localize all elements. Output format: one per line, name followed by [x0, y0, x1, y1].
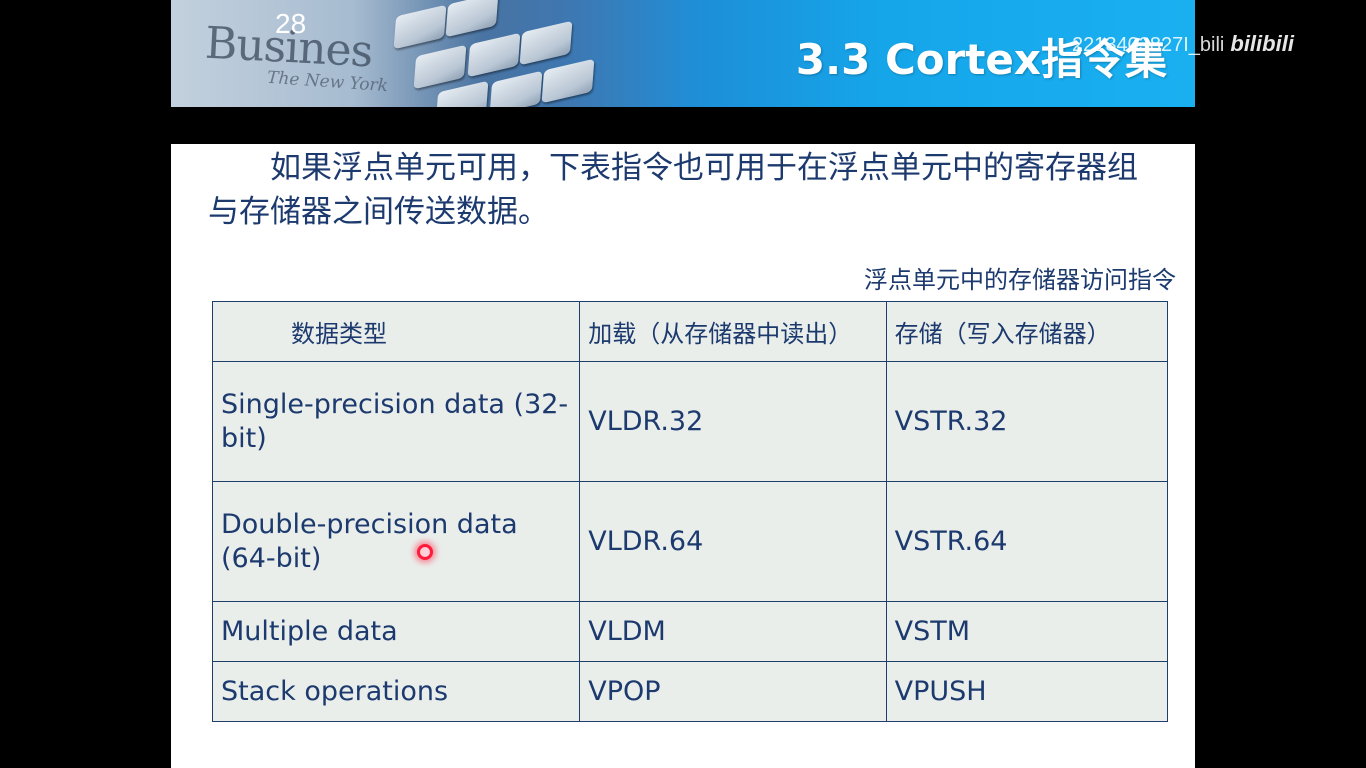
header-load: 加载（从存储器中读出）	[579, 301, 887, 362]
table-caption: 浮点单元中的存储器访问指令	[864, 266, 1176, 294]
cell-store: VSTM	[885, 601, 1169, 662]
cell-data-type: Stack operations	[211, 661, 581, 722]
cell-data-type: Double-precision data (64-bit)	[211, 481, 581, 602]
table-header-row: 数据类型 加载（从存储器中读出） 存储（写入存储器）	[211, 301, 1169, 362]
header-store: 存储（写入存储器）	[885, 301, 1169, 362]
table-row: Double-precision data (64-bit) VLDR.64 V…	[211, 481, 1169, 602]
cell-load: VLDR.32	[579, 361, 887, 482]
keyboard-image	[386, 0, 686, 107]
slide-body: 如果浮点单元可用，下表指令也可用于在浮点单元中的寄存器组与存储器之间传送数据。 …	[171, 144, 1195, 768]
cell-load: VPOP	[579, 661, 887, 722]
intro-paragraph: 如果浮点单元可用，下表指令也可用于在浮点单元中的寄存器组与存储器之间传送数据。	[208, 150, 1138, 230]
header-data-type: 数据类型	[211, 301, 581, 362]
bilibili-logo-icon: bilibili	[1230, 31, 1294, 56]
cell-store: VSTR.64	[885, 481, 1169, 602]
cell-store: VSTR.32	[885, 361, 1169, 482]
cell-load: VLDR.64	[579, 481, 887, 602]
table-row: Single-precision data (32-bit) VLDR.32 V…	[211, 361, 1169, 482]
laser-pointer-icon	[417, 544, 433, 560]
instruction-table: 数据类型 加载（从存储器中读出） 存储（写入存储器） Single-precis…	[211, 301, 1169, 722]
screen: Busines The New York 28 3.3 Cortex指令集 22…	[0, 0, 1366, 768]
watermark-user: 2213403827I_bili	[1072, 34, 1225, 56]
table-row: Stack operations VPOP VPUSH	[211, 661, 1169, 722]
cell-load: VLDM	[579, 601, 887, 662]
video-watermark: 2213403827I_bili bilibili	[1072, 31, 1294, 57]
header-banner: Busines The New York 28 3.3 Cortex指令集	[171, 0, 1195, 107]
cell-data-type: Multiple data	[211, 601, 581, 662]
cell-store: VPUSH	[885, 661, 1169, 722]
table-row: Multiple data VLDM VSTM	[211, 601, 1169, 662]
cell-data-type: Single-precision data (32-bit)	[211, 361, 581, 482]
slide-number: 28	[275, 8, 307, 39]
